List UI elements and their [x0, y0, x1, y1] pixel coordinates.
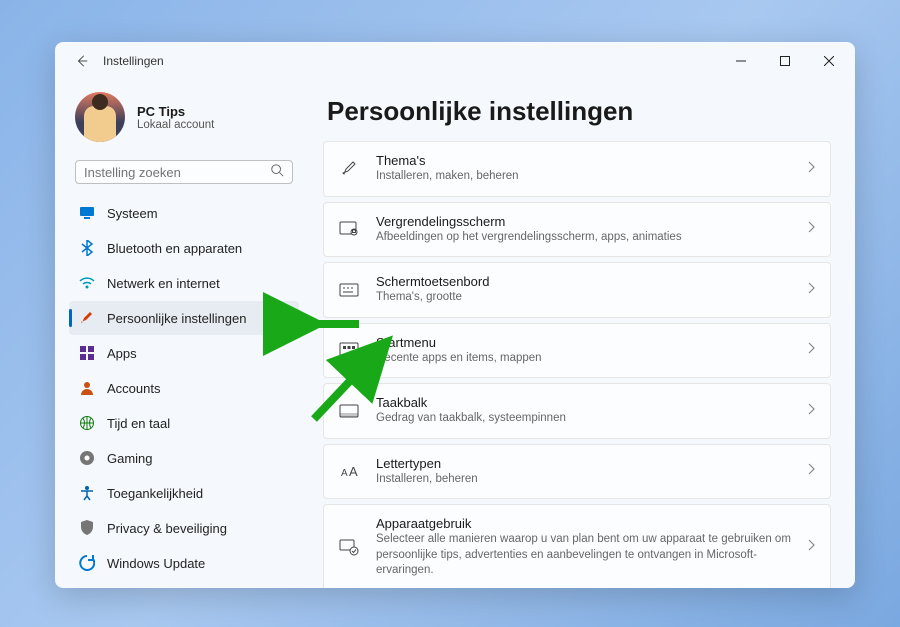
sidebar-item-label: Bluetooth en apparaten	[107, 241, 242, 256]
card-taakbalk[interactable]: Taakbalk Gedrag van taakbalk, systeempin…	[323, 383, 831, 439]
keyboard-icon	[338, 283, 360, 297]
main-content: Persoonlijke instellingen Thema's Instal…	[307, 80, 855, 588]
search-box[interactable]	[75, 160, 293, 184]
grid-icon	[79, 345, 95, 361]
card-subtitle: Thema's, grootte	[376, 290, 792, 306]
sidebar-item-label: Privacy & beveiliging	[107, 521, 227, 536]
window-controls	[719, 46, 851, 76]
window-title: Instellingen	[103, 54, 719, 68]
sidebar-item-privacy-beveiliging[interactable]: Privacy & beveiliging	[69, 511, 299, 545]
settings-window: Instellingen PC Tips Lokaal account Syst…	[55, 42, 855, 588]
card-title: Taakbalk	[376, 395, 792, 410]
maximize-button[interactable]	[763, 46, 807, 76]
card-lettertypen[interactable]: AA Lettertypen Installeren, beheren	[323, 444, 831, 500]
svg-text:A: A	[341, 468, 348, 479]
sidebar-item-label: Apps	[107, 346, 137, 361]
sidebar-item-label: Tijd en taal	[107, 416, 170, 431]
card-list: Thema's Installeren, maken, beheren Verg…	[323, 141, 831, 588]
card-title: Lettertypen	[376, 456, 792, 471]
taskbar-icon	[338, 404, 360, 418]
globe-icon	[79, 415, 95, 431]
card-thema-s[interactable]: Thema's Installeren, maken, beheren	[323, 141, 831, 197]
lockscreen-icon	[338, 221, 360, 237]
card-title: Apparaatgebruik	[376, 516, 792, 531]
startmenu-icon	[338, 342, 360, 358]
sidebar-item-label: Toegankelijkheid	[107, 486, 203, 501]
page-title: Persoonlijke instellingen	[327, 96, 831, 127]
user-subtitle: Lokaal account	[137, 119, 214, 131]
brush-icon	[79, 310, 95, 326]
chevron-right-icon	[808, 462, 816, 480]
card-subtitle: Afbeeldingen op het vergrendelingsscherm…	[376, 230, 792, 246]
close-button[interactable]	[807, 46, 851, 76]
titlebar: Instellingen	[55, 42, 855, 80]
sidebar-item-systeem[interactable]: Systeem	[69, 196, 299, 230]
card-subtitle: Installeren, beheren	[376, 472, 792, 488]
card-title: Vergrendelingsscherm	[376, 214, 792, 229]
sidebar-item-label: Persoonlijke instellingen	[107, 311, 246, 326]
sidebar-item-toegankelijkheid[interactable]: Toegankelijkheid	[69, 476, 299, 510]
sidebar-item-label: Systeem	[107, 206, 158, 221]
bluetooth-icon	[79, 240, 95, 256]
person-icon	[79, 380, 95, 396]
card-vergrendelingsscherm[interactable]: Vergrendelingsscherm Afbeeldingen op het…	[323, 202, 831, 258]
minimize-button[interactable]	[719, 46, 763, 76]
sidebar-item-label: Gaming	[107, 451, 153, 466]
chevron-right-icon	[808, 538, 816, 556]
user-block[interactable]: PC Tips Lokaal account	[69, 88, 299, 154]
sidebar-item-windows-update[interactable]: Windows Update	[69, 546, 299, 580]
card-subtitle: Gedrag van taakbalk, systeempinnen	[376, 411, 792, 427]
sidebar-item-apps[interactable]: Apps	[69, 336, 299, 370]
sidebar-item-accounts[interactable]: Accounts	[69, 371, 299, 405]
chevron-right-icon	[808, 281, 816, 299]
chevron-right-icon	[808, 341, 816, 359]
sidebar-item-bluetooth-en-apparaten[interactable]: Bluetooth en apparaten	[69, 231, 299, 265]
nav-list: Systeem Bluetooth en apparaten Netwerk en …	[69, 196, 299, 580]
svg-text:A: A	[349, 464, 358, 479]
sidebar-item-persoonlijke-instellingen[interactable]: Persoonlijke instellingen	[69, 301, 299, 335]
sidebar-item-label: Accounts	[107, 381, 160, 396]
card-startmenu[interactable]: Startmenu Recente apps en items, mappen	[323, 323, 831, 379]
card-subtitle: Recente apps en items, mappen	[376, 351, 792, 367]
card-title: Schermtoetsenbord	[376, 274, 792, 289]
sidebar-item-netwerk-en-internet[interactable]: Netwerk en internet	[69, 266, 299, 300]
sidebar-item-label: Windows Update	[107, 556, 205, 571]
card-subtitle: Installeren, maken, beheren	[376, 169, 792, 185]
fonts-icon: AA	[338, 463, 360, 479]
chevron-right-icon	[808, 160, 816, 178]
chevron-right-icon	[808, 220, 816, 238]
search-input[interactable]	[84, 165, 270, 180]
update-icon	[79, 555, 95, 571]
monitor-icon	[79, 205, 95, 221]
sidebar-item-label: Netwerk en internet	[107, 276, 220, 291]
gaming-icon	[79, 450, 95, 466]
sidebar: PC Tips Lokaal account Systeem Bluetooth …	[55, 80, 307, 588]
deviceusage-icon	[338, 538, 360, 556]
card-title: Thema's	[376, 153, 792, 168]
sidebar-item-tijd-en-taal[interactable]: Tijd en taal	[69, 406, 299, 440]
avatar	[75, 92, 125, 142]
sidebar-item-gaming[interactable]: Gaming	[69, 441, 299, 475]
shield-icon	[79, 520, 95, 536]
back-button[interactable]	[69, 48, 95, 74]
card-title: Startmenu	[376, 335, 792, 350]
wifi-icon	[79, 275, 95, 291]
card-apparaatgebruik[interactable]: Apparaatgebruik Selecteer alle manieren …	[323, 504, 831, 588]
chevron-right-icon	[808, 402, 816, 420]
card-schermtoetsenbord[interactable]: Schermtoetsenbord Thema's, grootte	[323, 262, 831, 318]
search-icon	[270, 163, 284, 182]
card-subtitle: Selecteer alle manieren waarop u van pla…	[376, 532, 792, 579]
accessibility-icon	[79, 485, 95, 501]
user-name: PC Tips	[137, 104, 214, 119]
brush-outline-icon	[338, 160, 360, 178]
